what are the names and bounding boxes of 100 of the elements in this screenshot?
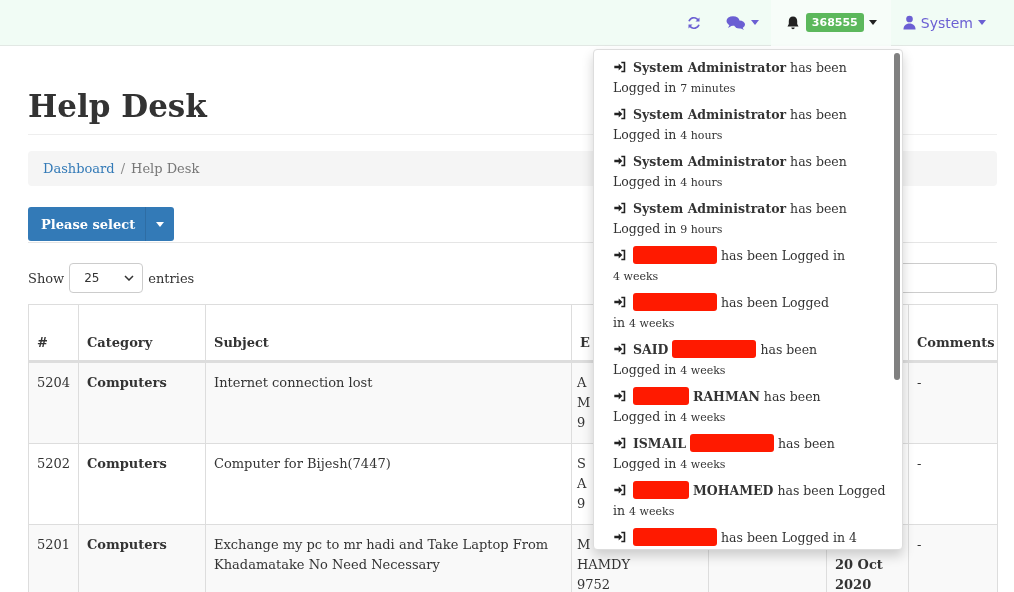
table-cell: - xyxy=(917,375,922,390)
notification-text: Logged in xyxy=(613,409,677,424)
table-cell: 5202 xyxy=(37,456,71,471)
entries-label: entries xyxy=(148,270,195,286)
notification-item[interactable]: has been Logged in 4 weeks xyxy=(613,292,882,339)
time-ago: 9 hours xyxy=(680,223,723,236)
notification-text: has been xyxy=(790,201,847,216)
notification-item[interactable]: has been Logged in 4 weeks xyxy=(613,245,882,292)
scrollbar-thumb[interactable] xyxy=(894,53,900,380)
chevron-down-icon xyxy=(124,275,135,281)
table-cell: Computers xyxy=(87,537,167,552)
notification-text: has been xyxy=(763,389,821,404)
notification-text: has been Logged xyxy=(721,295,829,310)
notification-item[interactable]: RAHMAN has been Logged in 4 weeks xyxy=(613,386,882,433)
notification-text: has been Logged in 4 xyxy=(721,530,857,545)
sign-in-icon xyxy=(613,295,627,309)
entries-select[interactable]: 25 xyxy=(69,263,144,293)
notification-text: has been Logged xyxy=(777,483,886,498)
table-cell: Internet connection lost xyxy=(214,375,373,390)
user-name: RAHMAN xyxy=(693,389,760,404)
table-cell-text: M xyxy=(577,536,591,554)
notification-item[interactable]: ISMAIL has been Logged in 4 weeks xyxy=(613,433,882,480)
table-cell: Computers xyxy=(87,456,167,471)
breadcrumb-separator: / xyxy=(120,161,126,176)
notification-item[interactable]: has been Logged in 4 xyxy=(613,527,882,549)
sign-in-icon xyxy=(613,530,627,544)
sign-in-icon xyxy=(613,389,627,403)
caret-icon xyxy=(868,20,877,25)
notification-item[interactable]: System Administrator has been Logged in 9 hours xyxy=(613,198,882,245)
table-cell: Exchange my pc to mr hadi and Take Laptop From Khadamatake No Need Necessary xyxy=(214,537,549,572)
user-name: System Administrator xyxy=(633,154,787,169)
column-header: Subject xyxy=(214,335,269,350)
notification-item[interactable]: System Administrator has been Logged in 4 hours xyxy=(613,151,882,198)
time-ago: 4 weeks xyxy=(680,458,726,471)
notification-text: Logged in xyxy=(613,456,677,471)
notification-text: Logged in xyxy=(613,221,677,236)
table-cell-text: 2020 xyxy=(835,576,872,592)
refresh-icon xyxy=(685,14,702,31)
time-ago: 4 hours xyxy=(680,176,723,189)
sign-in-icon xyxy=(613,248,627,262)
user-name: MOHAMED xyxy=(693,483,774,498)
user-name: SAID xyxy=(633,342,669,357)
notification-text: Logged in xyxy=(613,362,677,377)
table-cell: 5204 xyxy=(37,375,71,390)
notification-text: in xyxy=(613,315,626,330)
table-cell-text: S xyxy=(577,455,586,473)
sign-in-icon xyxy=(613,436,627,450)
time-ago: 4 weeks xyxy=(680,411,726,424)
sign-in-icon xyxy=(613,342,627,356)
time-ago: 4 weeks xyxy=(613,270,659,283)
please-select-button[interactable]: Please select xyxy=(28,207,175,241)
table-cell-text: HAMDY xyxy=(577,556,631,574)
table-cell-text: 9752 xyxy=(577,576,611,592)
caret-icon xyxy=(750,20,759,25)
column-header: # xyxy=(37,335,48,350)
table-cell: 5201 xyxy=(37,537,71,552)
sign-in-icon xyxy=(613,107,627,121)
user-name: System Administrator xyxy=(633,60,787,75)
breadcrumb-link[interactable]: Dashboard xyxy=(43,161,115,176)
time-ago: 4 weeks xyxy=(629,317,675,330)
notification-item[interactable]: SAID has been Logged in 4 weeks xyxy=(613,339,882,386)
table-cell-text: 20 Oct xyxy=(835,556,883,574)
user-menu[interactable]: System xyxy=(890,0,998,46)
notification-text: has been xyxy=(790,107,847,122)
bell-icon xyxy=(784,14,801,31)
notification-text: has been xyxy=(790,154,847,169)
notification-text: has been xyxy=(790,60,847,75)
notification-text: Logged in xyxy=(613,174,677,189)
table-cell-text: 9 xyxy=(577,414,586,432)
sign-in-icon xyxy=(613,154,627,168)
table-cell-text: 9 xyxy=(577,495,586,513)
sign-in-icon xyxy=(613,483,627,497)
table-cell-text: A xyxy=(577,475,587,493)
table-cell: Computers xyxy=(87,375,167,390)
table-cell-text: A xyxy=(577,374,587,392)
table-cell: - xyxy=(917,537,922,552)
column-header: Category xyxy=(87,335,153,350)
show-label: Show xyxy=(28,270,65,286)
column-header: E xyxy=(580,335,590,350)
sign-in-icon xyxy=(613,201,627,215)
notification-count-badge: 368555 xyxy=(805,13,864,32)
notification-text: has been xyxy=(760,342,818,357)
user-icon xyxy=(902,15,916,30)
sign-in-icon xyxy=(613,60,627,74)
notification-text: has been xyxy=(778,436,835,451)
time-ago: 4 weeks xyxy=(629,505,675,518)
table-cell: - xyxy=(917,456,922,471)
caret-icon xyxy=(978,20,986,25)
table-cell-text: M xyxy=(577,394,591,412)
chat-icon xyxy=(725,14,746,31)
table-cell: Computer for Bijesh(7447) xyxy=(214,456,391,471)
user-name: System Administrator xyxy=(633,107,787,122)
time-ago: 4 weeks xyxy=(680,364,726,377)
column-header: Comments xyxy=(917,335,995,350)
notification-text: has been Logged in xyxy=(721,248,845,263)
notification-text: in xyxy=(613,503,626,518)
user-name: System Administrator xyxy=(633,201,787,216)
breadcrumb-current: Help Desk xyxy=(131,161,200,176)
user-name: ISMAIL xyxy=(633,436,687,451)
caret-icon xyxy=(156,221,165,227)
